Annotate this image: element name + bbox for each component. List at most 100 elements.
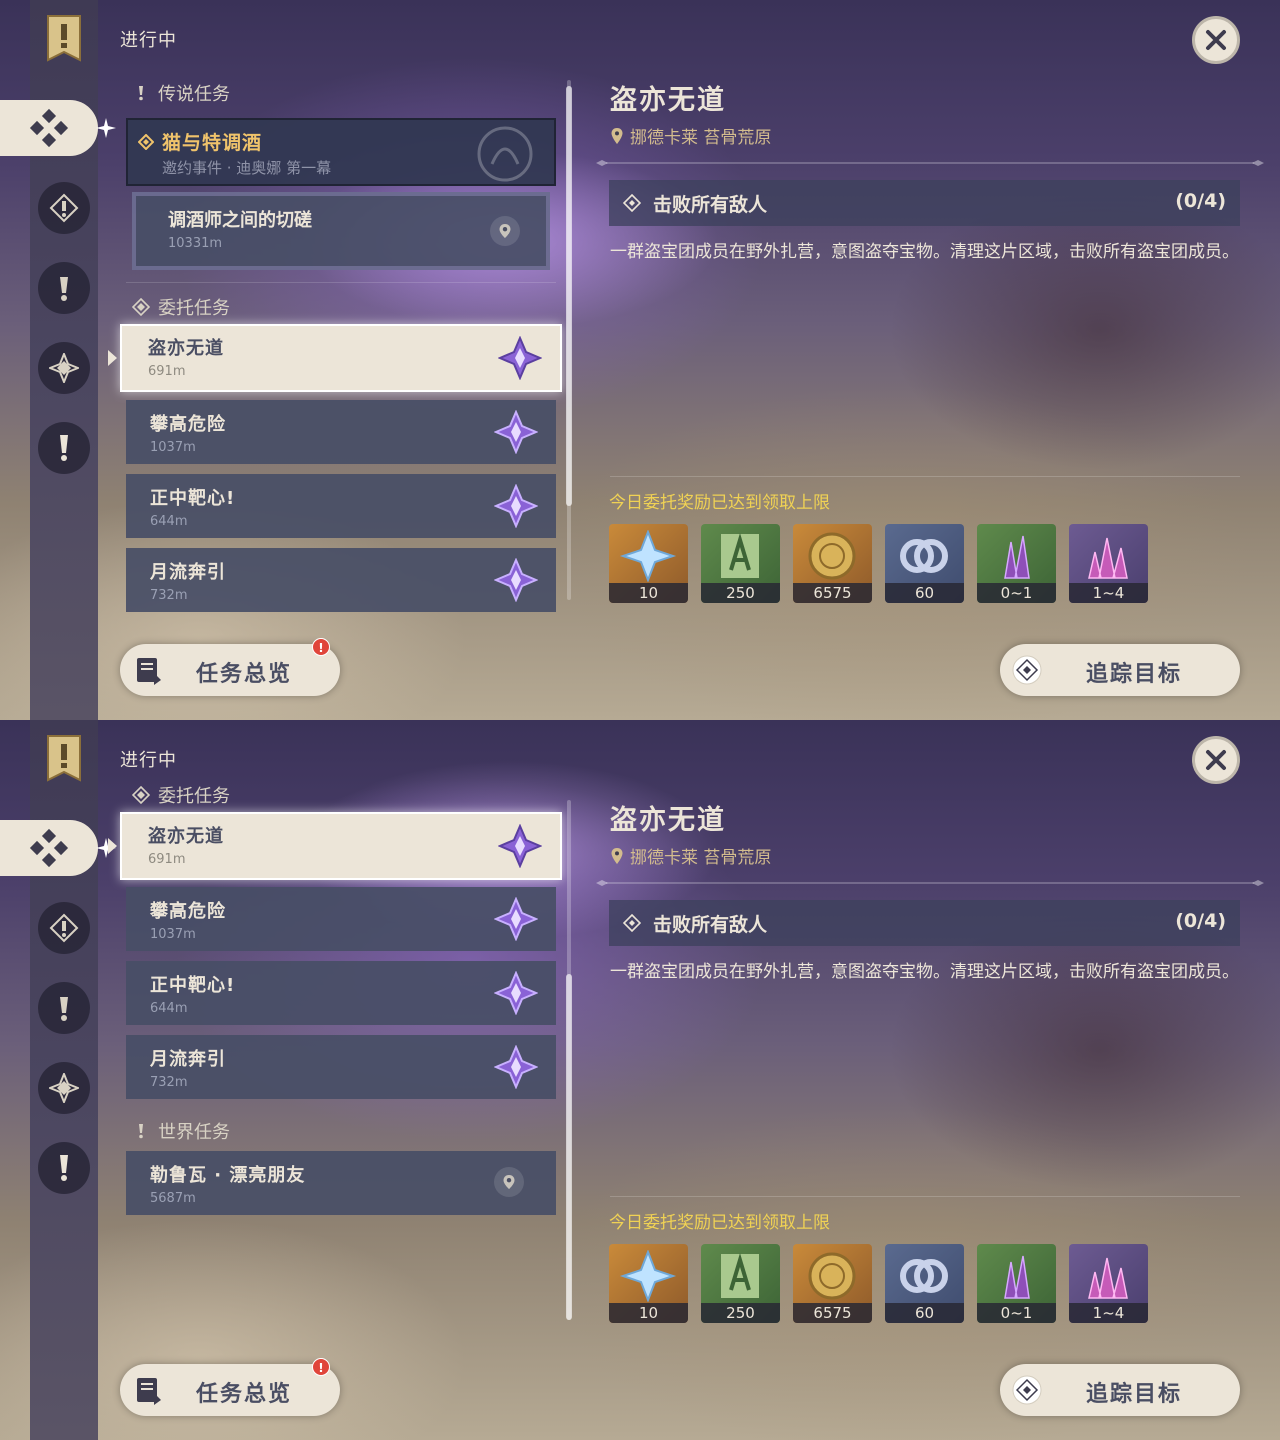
rail-tab-world[interactable] <box>38 422 90 474</box>
selection-arrow-icon <box>108 838 117 854</box>
reward-item[interactable]: 10 <box>609 524 688 603</box>
legend-subquest-card[interactable]: 调酒师之间的切磋 10331m <box>132 192 550 270</box>
map-pin-button[interactable] <box>490 216 520 246</box>
commission-card[interactable]: 正中靶心! 644m <box>126 961 556 1025</box>
adventure-exp-icon <box>721 533 759 578</box>
commission-section-icon <box>132 786 150 804</box>
section-legend: 传说任务 <box>132 80 230 106</box>
commission-gem-icon <box>494 897 538 941</box>
section-commission: 委托任务 <box>132 294 230 320</box>
reward-item[interactable]: 60 <box>885 1244 964 1323</box>
ornamental-divider <box>596 160 1264 166</box>
detail-description: 一群盗宝团成员在野外扎营，意图盗夺宝物。清理这片区域，击败所有盗宝团成员。 <box>610 962 1239 982</box>
location-text: 挪德卡莱 苔骨荒原 <box>630 848 772 868</box>
reward-quantity: 60 <box>885 583 964 603</box>
reward-item[interactable]: 1~4 <box>1069 1244 1148 1323</box>
quest-panel-bottom: 进行中 委托任务 盗亦无道 691m 攀高危险 1037m 正中靶心! 644m… <box>0 720 1280 1440</box>
section-divider <box>126 282 556 283</box>
quest-overview-label: 任务总览 <box>196 1382 293 1407</box>
world-quest-card[interactable]: 勒鲁瓦 · 漂亮朋友 5687m <box>126 1151 556 1215</box>
commission-card[interactable]: 月流奔引 732m <box>126 1035 556 1099</box>
commission-gem-icon <box>498 336 542 380</box>
reward-quantity: 10 <box>609 583 688 603</box>
rail-tab-story[interactable] <box>38 342 90 394</box>
reward-item[interactable]: 1~4 <box>1069 524 1148 603</box>
close-button[interactable] <box>1192 16 1240 64</box>
commission-card-selected[interactable]: 盗亦无道 691m <box>120 812 562 880</box>
scrollbar-thumb[interactable] <box>566 974 572 1320</box>
commission-gem-icon <box>494 410 538 454</box>
reward-quantity: 250 <box>701 1303 780 1323</box>
section-commission-label: 委托任务 <box>158 298 230 319</box>
commission-card[interactable]: 攀高危险 1037m <box>126 887 556 951</box>
reward-item[interactable]: 250 <box>701 524 780 603</box>
quest-panel-top: 进行中 传说任务 猫与特调酒 邀约事件 · 迪奥娜 第一幕 调酒师之间的切磋 1… <box>0 0 1280 720</box>
legend-quest-card[interactable]: 猫与特调酒 邀约事件 · 迪奥娜 第一幕 <box>126 118 556 186</box>
crystal-icon <box>1004 535 1030 579</box>
rail-tab-archon[interactable] <box>38 982 90 1034</box>
world-quest-icon <box>139 1124 143 1139</box>
commission-gem-icon <box>494 1045 538 1089</box>
commission-card[interactable]: 正中靶心! 644m <box>126 474 556 538</box>
selection-sparkle-icon <box>96 118 116 138</box>
rail-tab-legend[interactable] <box>38 182 90 234</box>
reward-item[interactable]: 6575 <box>793 524 872 603</box>
reward-item[interactable]: 6575 <box>793 1244 872 1323</box>
location-pin-icon <box>611 127 623 144</box>
notification-badge: ! <box>312 1358 330 1376</box>
detail-description: 一群盗宝团成员在野外扎营，意图盗夺宝物。清理这片区域，击败所有盗宝团成员。 <box>610 242 1239 262</box>
exclamation-icon <box>60 997 68 1021</box>
crystal-cluster-icon <box>1088 1257 1128 1299</box>
reward-limit-note: 今日委托奖励已达到领取上限 <box>609 493 830 513</box>
rail-tab-legend[interactable] <box>38 902 90 954</box>
tracking-diamond-icon <box>138 134 154 150</box>
legend-icon <box>49 913 79 943</box>
objective-bar: 击败所有敌人 (0/4) <box>609 900 1240 946</box>
compass-star-icon <box>49 353 79 383</box>
commission-card[interactable]: 月流奔引 732m <box>126 548 556 612</box>
companionship-exp-icon <box>900 1259 948 1293</box>
section-world: 世界任务 <box>132 1118 230 1144</box>
section-legend-label: 传说任务 <box>158 84 230 105</box>
crystal-icon <box>1004 1255 1030 1299</box>
objective-diamond-icon <box>623 194 641 212</box>
close-icon <box>1206 30 1226 50</box>
track-target-label: 追踪目标 <box>1086 662 1183 687</box>
reward-item[interactable]: 0~1 <box>977 1244 1056 1323</box>
reward-item[interactable]: 60 <box>885 524 964 603</box>
map-pin-button[interactable] <box>494 1167 524 1197</box>
map-pin-icon <box>499 224 511 238</box>
compass-star-icon <box>49 1073 79 1103</box>
rail-tab-story[interactable] <box>38 1062 90 1114</box>
rewards-divider <box>610 476 1240 477</box>
rail-tab-commission-selected[interactable] <box>0 100 98 156</box>
reward-quantity: 6575 <box>793 583 872 603</box>
objective-bar: 击败所有敌人 (0/4) <box>609 180 1240 226</box>
objective-diamond-icon <box>623 914 641 932</box>
quest-overview-button[interactable]: 任务总览 ! <box>120 638 340 696</box>
quest-flag-icon[interactable] <box>46 734 82 782</box>
reward-item[interactable]: 10 <box>609 1244 688 1323</box>
close-button[interactable] <box>1192 736 1240 784</box>
rail-tab-archon[interactable] <box>38 262 90 314</box>
quest-book-icon <box>137 658 161 685</box>
commission-icon <box>29 828 69 868</box>
quest-overview-button[interactable]: 任务总览 ! <box>120 1358 340 1416</box>
commission-section-icon <box>132 298 150 316</box>
reward-item[interactable]: 0~1 <box>977 524 1056 603</box>
track-target-button[interactable]: 追踪目标 <box>1000 644 1240 696</box>
scrollbar-thumb[interactable] <box>566 86 572 506</box>
rail-tab-commission-selected[interactable] <box>0 820 98 876</box>
objective-progress: (0/4) <box>1175 910 1226 932</box>
track-target-button[interactable]: 追踪目标 <box>1000 1364 1240 1416</box>
objective-text: 击败所有敌人 <box>653 194 768 216</box>
rail-tab-world[interactable] <box>38 1142 90 1194</box>
reward-quantity: 250 <box>701 583 780 603</box>
reward-item[interactable]: 250 <box>701 1244 780 1323</box>
quest-flag-icon[interactable] <box>46 14 82 62</box>
commission-card-selected[interactable]: 盗亦无道 691m <box>120 324 562 392</box>
map-pin-icon <box>503 1175 515 1189</box>
reward-quantity: 0~1 <box>977 1303 1056 1323</box>
commission-card[interactable]: 攀高危险 1037m <box>126 400 556 464</box>
notification-badge: ! <box>312 638 330 656</box>
